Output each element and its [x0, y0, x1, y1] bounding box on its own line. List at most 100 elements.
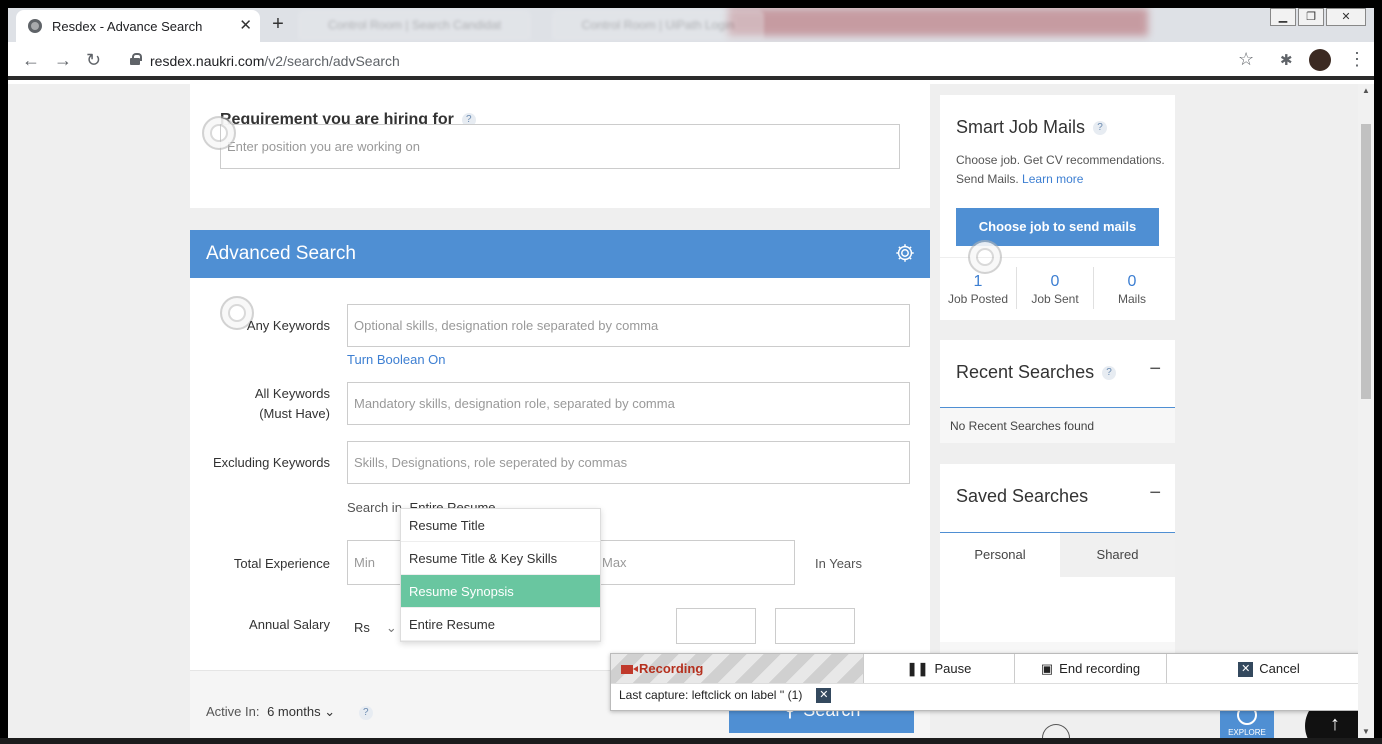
- tab-title: Resdex - Advance Search: [52, 19, 203, 34]
- browser-window: Resdex - Advance Search ✕ + Control Room…: [8, 8, 1374, 738]
- new-tab-button[interactable]: +: [266, 13, 290, 37]
- tab-resdex[interactable]: Resdex - Advance Search ✕: [16, 10, 260, 42]
- bookmark-star-icon[interactable]: ☆: [1238, 49, 1254, 70]
- url-path: /v2/search/advSearch: [264, 53, 400, 69]
- extensions-icon[interactable]: ✱: [1280, 51, 1293, 69]
- background-tab[interactable]: Control Room | Search Candidat: [298, 10, 532, 40]
- dropdown-option[interactable]: Resume Title: [401, 509, 600, 542]
- excluding-keywords-placeholder: Skills, Designations, role seperated by …: [354, 455, 628, 470]
- tab-strip: Resdex - Advance Search ✕ + Control Room…: [8, 8, 1374, 42]
- scrollbar-thumb[interactable]: [1361, 124, 1371, 399]
- smart-mails-desc-line: Choose job. Get CV recommendations.: [956, 153, 1165, 167]
- salary-currency-value: Rs: [354, 620, 370, 635]
- click-marker: [968, 240, 1002, 274]
- help-icon[interactable]: ?: [1102, 366, 1117, 381]
- collapse-icon[interactable]: −: [1149, 358, 1161, 381]
- end-recording-label: End recording: [1059, 661, 1141, 676]
- pause-button[interactable]: ❚❚ Pause: [863, 654, 1014, 683]
- window-controls: ▁ ❐ ✕: [1268, 8, 1366, 26]
- tab-close-icon[interactable]: ✕: [239, 16, 252, 34]
- job-sent-count[interactable]: 0: [1017, 273, 1093, 291]
- active-in-select[interactable]: 6 months ⌄: [267, 704, 335, 719]
- help-icon[interactable]: ?: [1093, 121, 1108, 136]
- excluding-keywords-input[interactable]: Skills, Designations, role seperated by …: [347, 441, 910, 484]
- url-host: resdex.naukri.com: [150, 53, 265, 69]
- restore-button[interactable]: ❐: [1298, 8, 1324, 26]
- all-keywords-label: All Keywords: [254, 386, 330, 401]
- forward-icon[interactable]: →: [54, 50, 72, 71]
- smart-job-mails-desc: Choose job. Get CV recommendations. Send…: [956, 151, 1165, 189]
- pause-icon: ❚❚: [906, 661, 929, 676]
- job-posted-count[interactable]: 1: [940, 273, 1016, 291]
- click-marker: [202, 116, 236, 150]
- scroll-down-arrow[interactable]: ▼: [1362, 727, 1370, 736]
- requirement-card: Requirement you are hiring for? Enter po…: [190, 84, 930, 208]
- umbrella-icon: [1042, 724, 1070, 738]
- search-in-dropdown: Resume Title Resume Title & Key Skills R…: [400, 508, 601, 642]
- cancel-button[interactable]: ✕ Cancel: [1166, 654, 1358, 683]
- dropdown-option[interactable]: Entire Resume: [401, 608, 600, 641]
- recent-empty-text: No Recent Searches found: [940, 407, 1175, 443]
- learn-more-link[interactable]: Learn more: [1022, 172, 1083, 186]
- lock-icon[interactable]: [130, 53, 142, 65]
- close-icon: ✕: [1238, 662, 1254, 678]
- dismiss-capture-icon[interactable]: ✕: [816, 688, 832, 704]
- minimize-button[interactable]: ▁: [1270, 8, 1296, 26]
- cancel-label: Cancel: [1259, 661, 1300, 676]
- explore-label: EXPLORE: [1228, 728, 1266, 737]
- globe-icon: [28, 19, 42, 33]
- experience-max-input[interactable]: Max: [602, 555, 627, 570]
- any-keywords-placeholder: Optional skills, designation role separa…: [354, 318, 659, 333]
- back-icon[interactable]: ←: [22, 50, 40, 71]
- smart-job-mails-title: Smart Job Mails?: [956, 117, 1108, 138]
- turn-boolean-link[interactable]: Turn Boolean On: [347, 352, 446, 367]
- requirement-input[interactable]: Enter position you are working on: [220, 124, 900, 169]
- all-keywords-placeholder: Mandatory skills, designation role, sepa…: [354, 396, 675, 411]
- all-keywords-input[interactable]: Mandatory skills, designation role, sepa…: [347, 382, 910, 425]
- menu-kebab-icon[interactable]: ⋮: [1348, 49, 1366, 70]
- help-icon[interactable]: ?: [358, 705, 373, 720]
- dropdown-option[interactable]: Resume Title & Key Skills: [401, 542, 600, 575]
- close-window-button[interactable]: ✕: [1326, 8, 1366, 26]
- last-capture-value: Last capture: leftclick on label '' (1): [619, 688, 803, 702]
- background-tab[interactable]: Control Room | UiPath Login: [551, 10, 765, 40]
- reload-icon[interactable]: ↻: [86, 50, 101, 71]
- any-keywords-input[interactable]: Optional skills, designation role separa…: [347, 304, 910, 347]
- profile-avatar[interactable]: [1309, 49, 1331, 71]
- smart-job-mails-title-text: Smart Job Mails: [956, 117, 1086, 137]
- recording-text: Recording: [639, 661, 704, 676]
- mails-count[interactable]: 0: [1094, 273, 1170, 291]
- job-posted-label: Job Posted: [947, 292, 1009, 306]
- page-scrollbar[interactable]: ▲ ▼: [1358, 84, 1374, 738]
- recent-searches-title-text: Recent Searches: [956, 362, 1095, 382]
- experience-min-input[interactable]: Min: [354, 555, 375, 570]
- end-recording-button[interactable]: ▣ End recording: [1014, 654, 1166, 683]
- active-in-value: 6 months: [267, 704, 321, 719]
- smart-mails-desc-line-2: Send Mails. Learn more: [956, 170, 1165, 189]
- salary-max-input[interactable]: [775, 608, 855, 644]
- recording-status: Recording: [611, 654, 863, 683]
- salary-currency-select[interactable]: Rs ⌄: [354, 620, 397, 636]
- chevron-down-icon: ⌄: [385, 620, 397, 635]
- job-sent-label: Job Sent: [1031, 292, 1079, 306]
- advanced-search-header: Advanced Search: [190, 230, 930, 278]
- salary-min-input[interactable]: [676, 608, 756, 644]
- active-in-row: Active In: 6 months ⌄ ?: [206, 704, 373, 720]
- chevron-down-icon: ⌄: [324, 704, 336, 719]
- saved-searches-card: Saved Searches − Personal Shared View Mo…: [940, 464, 1175, 682]
- smart-job-mails-card: Smart Job Mails? Choose job. Get CV reco…: [940, 95, 1175, 320]
- tab-personal[interactable]: Personal: [940, 533, 1060, 577]
- background-tabs: Control Room | Search Candidat Control R…: [298, 10, 1078, 40]
- tab-shared[interactable]: Shared: [1060, 533, 1175, 577]
- page-content: Requirement you are hiring for? Enter po…: [8, 84, 1358, 738]
- all-keywords-must-have-label: (Must Have): [259, 406, 330, 421]
- requirement-placeholder: Enter position you are working on: [227, 139, 420, 154]
- address-bar[interactable]: resdex.naukri.com/v2/search/advSearch: [150, 53, 400, 69]
- collapse-icon[interactable]: −: [1149, 482, 1161, 505]
- recent-searches-title: Recent Searches?: [956, 362, 1117, 383]
- saved-searches-title: Saved Searches: [956, 486, 1089, 506]
- scroll-up-arrow[interactable]: ▲: [1362, 86, 1370, 95]
- gear-icon[interactable]: [894, 242, 916, 264]
- experience-unit: In Years: [815, 556, 862, 571]
- dropdown-option-selected[interactable]: Resume Synopsis: [401, 575, 600, 608]
